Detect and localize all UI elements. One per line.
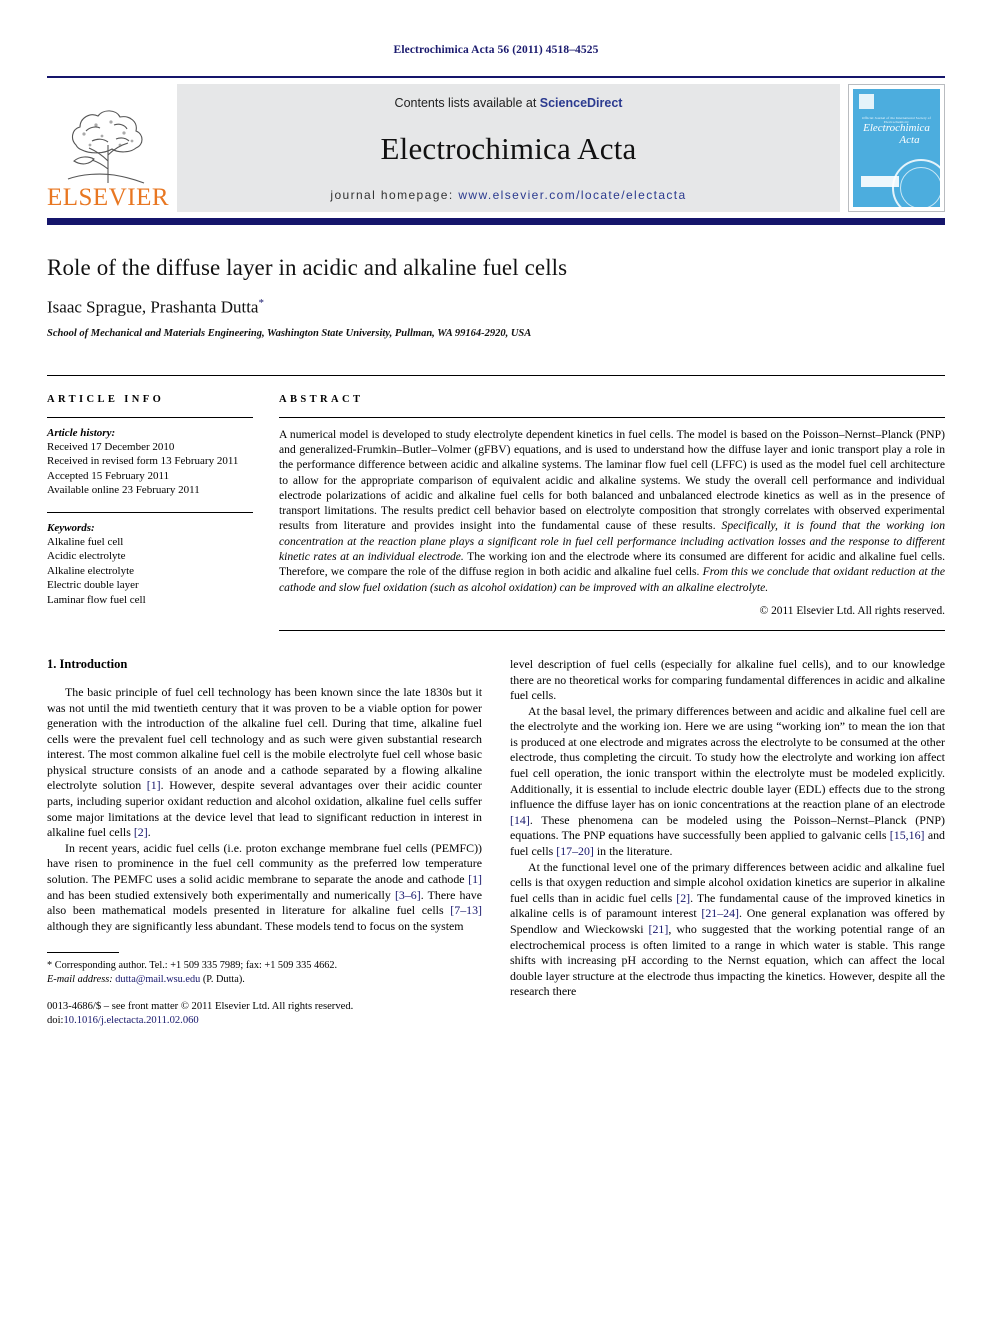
text-run: . These phenomena can be modeled using t… [510,812,945,843]
running-head: Electrochimica Acta 56 (2011) 4518–4525 [393,44,599,56]
keywords-rule [47,511,253,513]
citation-link[interactable]: [2] [676,891,690,905]
homepage-prefix: journal homepage: [330,188,459,202]
keywords-heading: Keywords: [47,521,95,534]
citation-link[interactable]: [1] [468,872,482,886]
text-run: In recent years, acidic fuel cells (i.e.… [47,840,482,887]
doi-label: doi: [47,1014,64,1026]
paragraph: In recent years, acidic fuel cells (i.e.… [47,841,482,935]
footnote-rule [47,952,119,954]
article-history-accepted: Accepted 15 February 2011 [47,469,170,482]
text-run: although they are significantly less abu… [47,918,464,933]
citation-link[interactable]: [3–6] [395,888,421,902]
text-run: (P. Dutta). [200,973,245,985]
cover-ise-seal-icon [892,159,940,207]
corresponding-author-marker: * [258,297,264,309]
article-history-received: Received 17 December 2010 [47,440,175,453]
title-block: Role of the diffuse layer in acidic and … [47,255,945,339]
cover-title-line2: Acta [899,134,920,146]
cover-title-line1: Electrochimica [863,122,930,134]
abstract-column: ABSTRACT A numerical model is developed … [279,394,945,631]
keyword-item: Alkaline fuel cell [47,535,124,548]
text-run: level description of fuel cells (especia… [510,656,945,703]
contents-line: Contents lists available at ScienceDirec… [395,96,623,110]
imprint-frontmatter: 0013-4686/$ – see front matter © 2011 El… [47,1001,354,1013]
citation-link[interactable]: [2] [134,825,148,839]
citation-link[interactable]: [7–13] [450,903,482,917]
text-run: At the basal level, the primary differen… [510,703,945,812]
keyword-item: Alkaline electrolyte [47,564,135,577]
introduction-heading: 1. Introduction [47,656,128,671]
elsevier-logo: ELSEVIER [47,84,169,212]
keyword-item: Laminar flow fuel cell [47,593,146,606]
author-names: Isaac Sprague, Prashanta Dutta [47,297,259,317]
right-column: level description of fuel cells (especia… [510,657,945,1028]
text-run: The basic principle of fuel cell technol… [47,684,482,793]
elsevier-wordmark: ELSEVIER [46,184,170,211]
homepage-url-link[interactable]: www.elsevier.com/locate/electacta [458,188,686,202]
text-run: . [147,825,151,840]
email-link[interactable]: dutta@mail.wsu.edu [115,974,200,985]
paragraph: At the functional level one of the prima… [510,860,945,1000]
journal-masthead: ELSEVIER Contents lists available at Sci… [47,76,945,212]
paragraph: The basic principle of fuel cell technol… [47,685,482,841]
body-columns: 1. Introduction The basic principle of f… [47,657,945,1028]
imprint-block: 0013-4686/$ – see front matter © 2011 El… [47,1000,482,1027]
citation-link[interactable]: [14] [510,813,530,827]
keywords-block: Keywords: Alkaline fuel cell Acidic elec… [47,511,253,608]
article-history-revised: Received in revised form 13 February 201… [47,455,239,468]
info-abstract-section: ARTICLE INFO Article history: Received 1… [47,374,945,631]
journal-cover-thumbnail: Official Journal of the International So… [848,84,945,212]
text-run: Corresponding author. Tel.: +1 509 335 7… [52,960,338,972]
imprint-doi: doi:10.1016/j.electacta.2011.02.060 [47,1014,482,1028]
article-info-rule [47,416,253,418]
abstract-rule [279,416,945,418]
text-run: and has been studied extensively both ex… [47,887,395,902]
article-history-heading: Article history: [47,426,116,439]
keyword-item: Electric double layer [47,579,139,592]
text-run: in the literature. [593,844,673,859]
email-note: E-mail address: dutta@mail.wsu.edu (P. D… [47,973,482,986]
journal-band: Contents lists available at ScienceDirec… [177,84,840,212]
abstract-part-1: A numerical model is developed to study … [279,427,945,533]
elsevier-tree-icon [67,110,145,184]
contents-prefix: Contents lists available at [394,96,540,110]
footnote-block: * Corresponding author. Tel.: +1 509 335… [47,952,482,1027]
email-label: E-mail address: [47,973,113,985]
author-list: Isaac Sprague, Prashanta Dutta* [47,297,945,318]
article-history-online: Available online 23 February 2011 [47,484,200,497]
page-title: Role of the diffuse layer in acidic and … [47,255,568,280]
corresponding-author-note: * Corresponding author. Tel.: +1 509 335… [47,959,482,972]
cover-journal-title: Electrochimica Acta [853,122,940,146]
cover-elsevier-logo-icon [859,94,874,109]
paragraph: level description of fuel cells (especia… [510,657,945,704]
abstract-text: A numerical model is developed to study … [279,427,945,595]
abstract-bottom-rule [279,629,945,631]
homepage-line: journal homepage: www.elsevier.com/locat… [330,188,686,202]
left-column: 1. Introduction The basic principle of f… [47,657,482,1028]
abstract-copyright: © 2011 Elsevier Ltd. All rights reserved… [759,604,945,617]
abstract-label: ABSTRACT [279,393,364,405]
article-info-label: ARTICLE INFO [47,393,165,405]
keyword-item: Acidic electrolyte [47,550,126,563]
citation-link[interactable]: [21–24] [701,906,739,920]
doi-link[interactable]: 10.1016/j.electacta.2011.02.060 [63,1015,198,1026]
article-info-column: ARTICLE INFO Article history: Received 1… [47,394,279,631]
citation-link[interactable]: [17–20] [556,844,594,858]
citation-link[interactable]: [15,16] [890,828,925,842]
sciencedirect-link[interactable]: ScienceDirect [540,96,623,110]
citation-link[interactable]: [1] [147,778,161,792]
paper-page: Electrochimica Acta 56 (2011) 4518–4525 [0,0,992,1323]
paragraph: At the basal level, the primary differen… [510,704,945,860]
journal-title: Electrochimica Acta [380,131,637,166]
affiliation: School of Mechanical and Materials Engin… [47,327,532,339]
citation-link[interactable]: [21] [649,922,669,936]
masthead-bottom-rule [47,218,945,225]
